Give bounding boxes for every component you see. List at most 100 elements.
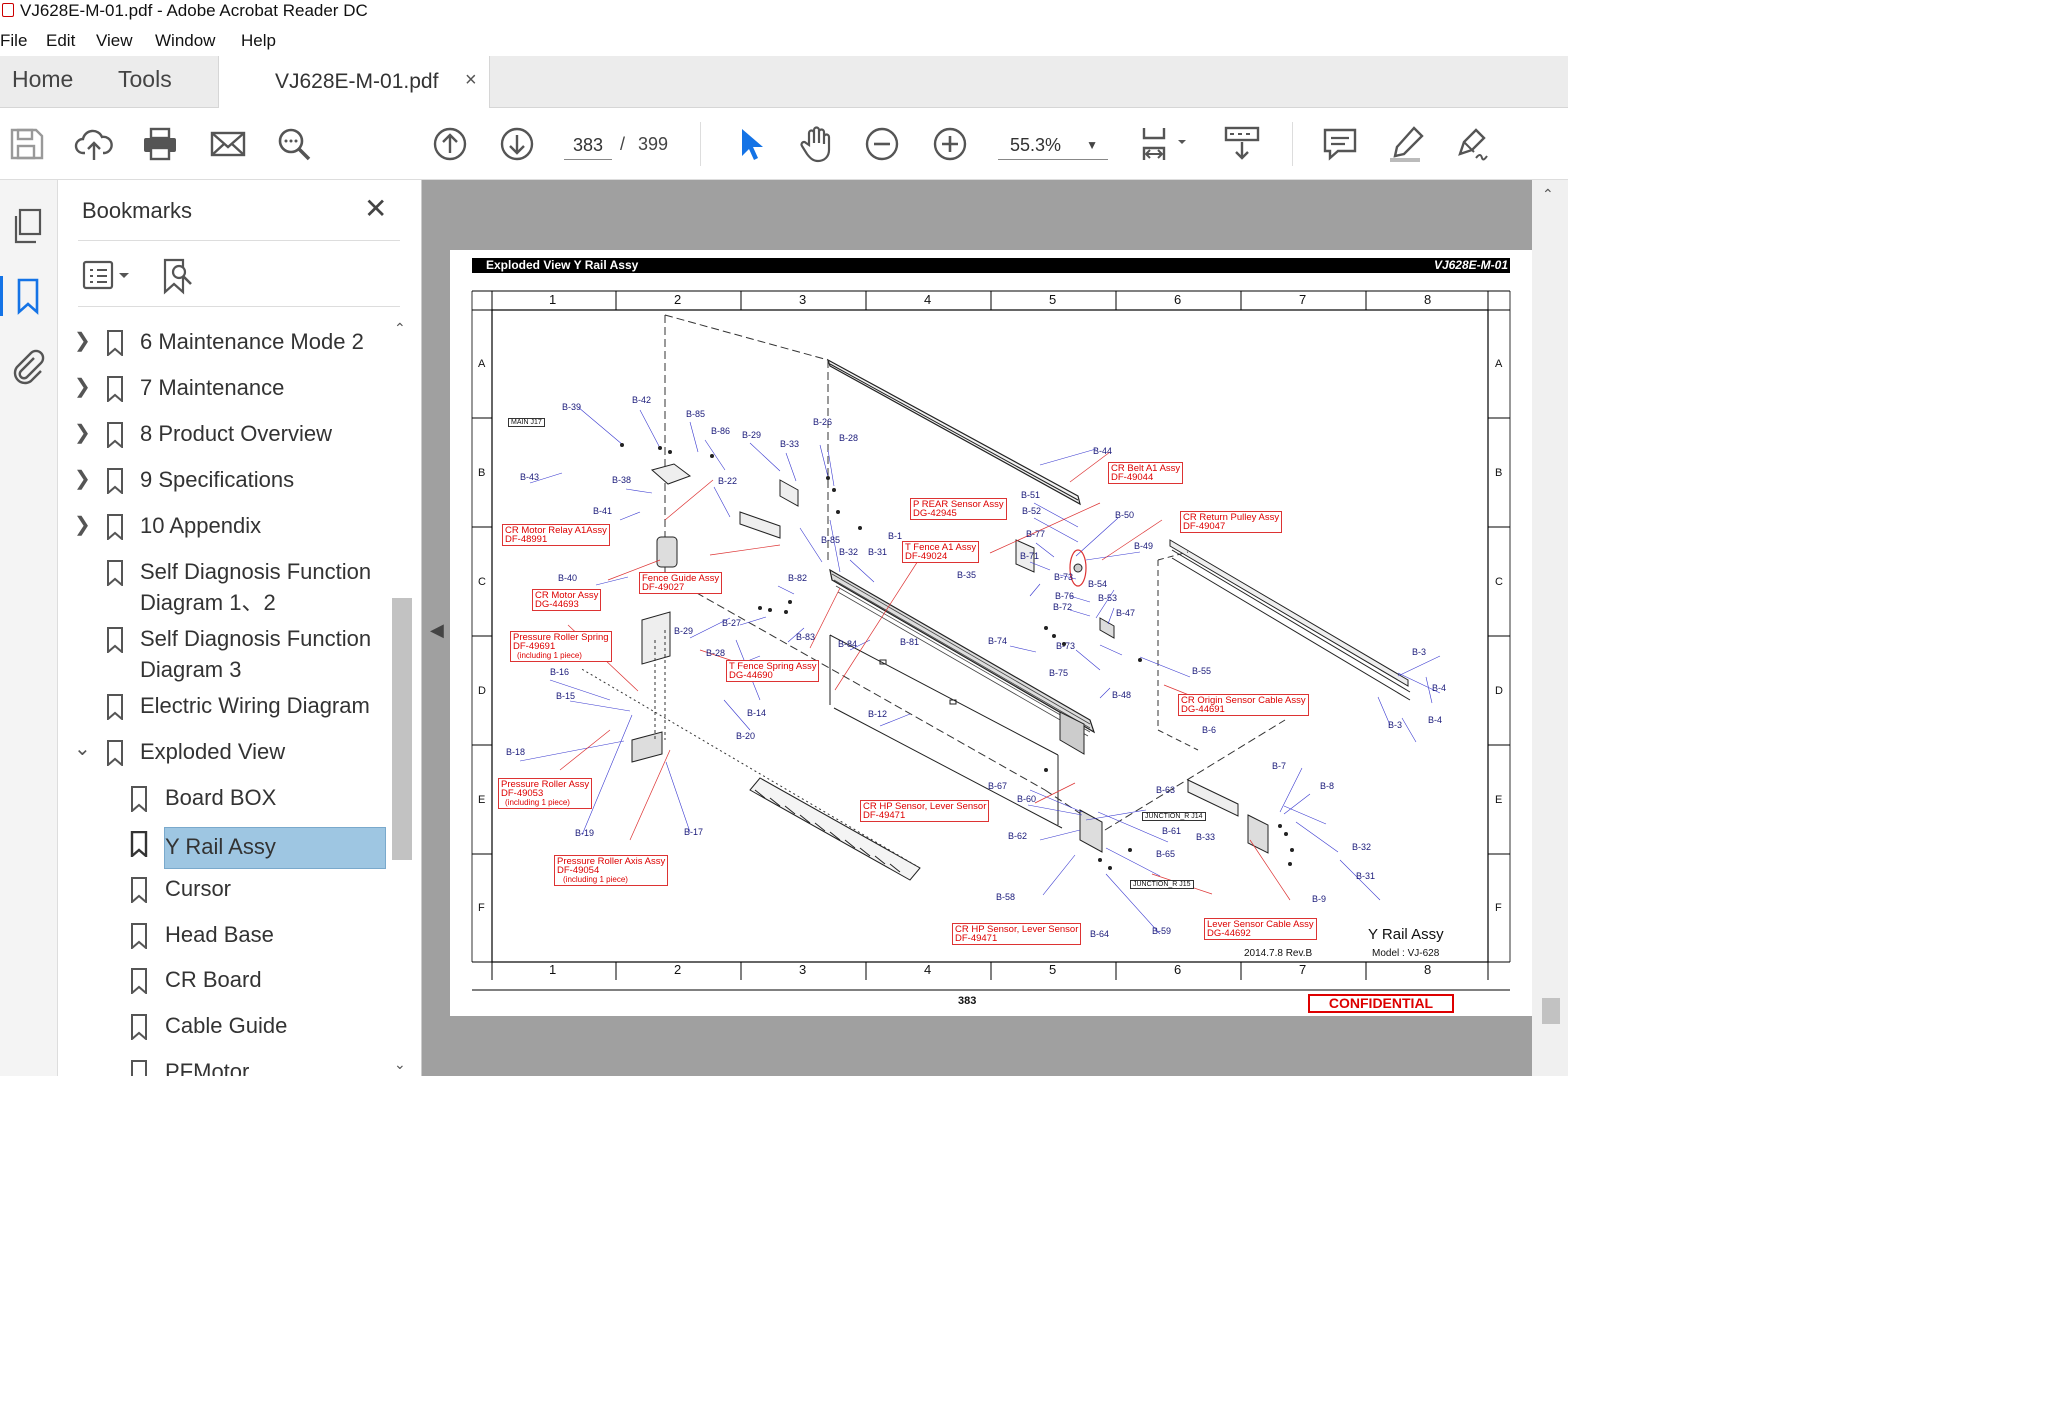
part-label: B-43 [520,472,540,482]
page-thumbnails-icon[interactable] [8,206,48,246]
part-callout: CR HP Sensor, Lever Sensor DF-49471 [860,800,990,822]
find-bookmark-icon[interactable] [158,256,198,296]
part-label: B-41 [593,506,613,516]
tab-document[interactable]: VJ628E-M-01.pdf × [218,56,490,108]
next-page-icon[interactable] [497,124,537,164]
part-label: B-53 [1098,593,1118,603]
part-label: B-81 [900,637,920,647]
previous-page-icon[interactable] [430,124,470,164]
cloud-upload-icon[interactable] [74,124,114,164]
chevron-down-icon[interactable]: ⌄ [74,736,91,761]
zoom-out-icon[interactable] [862,124,902,164]
chevron-down-icon: ▼ [1086,138,1098,152]
tab-home[interactable]: Home [12,66,73,93]
menu-file[interactable]: File [0,31,27,51]
scroll-mode-icon[interactable] [1222,124,1262,164]
document-view[interactable]: ◀ Exploded View Y Rail Assy VJ628E-M-01 [422,180,1568,1076]
part-label: B-4 [1432,683,1447,693]
part-label: B-74 [988,636,1008,646]
bookmarks-scrollbar[interactable]: ⌃ ⌄ [388,320,414,1076]
part-label: B-3 [1388,720,1403,730]
close-icon[interactable]: ✕ [364,192,387,225]
zoom-in-icon[interactable] [930,124,970,164]
part-callout: CR Belt A1 Assy DF-49044 [1108,462,1184,484]
part-label: B-50 [1115,510,1135,520]
part-label: B-16 [550,667,570,677]
exploded-view-drawing [471,290,1511,991]
chevron-right-icon[interactable]: ❯ [74,466,91,491]
menu-bar: File Edit View Window Help [0,26,1568,56]
email-icon[interactable] [208,124,248,164]
bookmarks-tree: ❯ 6 Maintenance Mode 2 ❯ 7 Maintenance ❯… [58,320,388,1076]
row-label: A [478,358,486,370]
chevron-right-icon[interactable]: ❯ [74,512,91,537]
page-number-input[interactable]: 383 [564,130,612,160]
bookmark-options-icon[interactable] [82,258,132,294]
bookmarks-title: Bookmarks [82,198,193,223]
bookmarks-panel: Bookmarks ✕ ❯ 6 Maintenance Mode 2 ❯ 7 M… [58,180,422,1076]
menu-edit[interactable]: Edit [46,31,75,51]
part-label: B-28 [706,648,726,658]
part-label: B-82 [788,573,808,583]
part-label: B-3 [1412,647,1427,657]
part-label: B-61 [1162,826,1182,836]
bookmark-label: 6 Maintenance Mode 2 [140,329,364,354]
bookmark-icon [107,694,123,720]
tab-tools[interactable]: Tools [118,66,172,93]
document-scrollbar[interactable]: ⌃ [1532,180,1568,1076]
toolbar-divider [700,122,701,166]
revision-date: 2014.7.8 Rev.B [1244,948,1313,959]
bookmark-label: 9 Specifications [140,467,295,492]
zoom-level-value: 55.3% [1010,135,1062,155]
bookmarks-icon[interactable] [0,276,48,316]
scrollbar-thumb[interactable] [1542,998,1560,1024]
menu-help[interactable]: Help [241,31,276,51]
collapse-panel-icon[interactable]: ◀ [430,620,444,641]
scroll-down-icon[interactable]: ⌄ [394,1056,406,1073]
search-icon[interactable] [274,124,314,164]
chevron-right-icon[interactable]: ❯ [74,374,91,399]
part-callout: Lever Sensor Cable Assy DG-44692 [1204,918,1317,940]
column-label: 4 [924,292,932,307]
part-label: B-64 [1090,929,1110,939]
page-fit-icon[interactable] [1136,124,1192,164]
row-label: D [1495,685,1503,697]
bookmark-label: CR Board [165,967,262,992]
hand-tool-icon[interactable] [796,124,836,164]
part-label: B-8 [1320,781,1335,791]
sign-icon[interactable] [1452,124,1492,164]
menu-view[interactable]: View [96,31,133,51]
scroll-up-icon[interactable]: ⌃ [394,320,406,337]
tab-close-icon[interactable]: × [465,69,477,92]
print-icon[interactable] [140,124,180,164]
select-cursor-icon[interactable] [730,124,770,164]
part-label: B-26 [813,417,833,427]
part-label: B-18 [506,747,526,757]
confidential-stamp: CONFIDENTIAL [1308,994,1454,1013]
menu-window[interactable]: Window [155,31,215,51]
scrollbar-thumb[interactable] [392,598,412,860]
save-icon[interactable] [6,124,46,164]
row-label: E [478,794,486,806]
zoom-level-dropdown[interactable]: 55.3% ▼ [998,130,1108,160]
part-label: B-62 [1008,831,1028,841]
bookmark-label: Y Rail Assy [164,827,386,869]
bookmark-icon [107,740,123,766]
part-label: B-51 [1021,490,1041,500]
part-label: B-44 [1093,446,1113,456]
highlight-pen-icon[interactable] [1386,124,1426,164]
bookmark-icon [107,330,123,356]
bookmark-icon [131,923,147,949]
attachments-icon[interactable] [8,346,48,386]
part-label: B-29 [674,626,694,636]
part-label: B-55 [1192,666,1212,676]
connector-label: JUNCTION_R J15 [1130,880,1194,889]
tab-bar: Home Tools VJ628E-M-01.pdf × [0,56,1568,108]
chevron-right-icon[interactable]: ❯ [74,420,91,445]
comment-icon[interactable] [1320,124,1360,164]
divider [78,240,400,241]
row-label: B [1495,467,1503,479]
scroll-up-icon[interactable]: ⌃ [1542,186,1554,203]
chevron-right-icon[interactable]: ❯ [74,328,91,353]
bookmark-icon [107,422,123,448]
